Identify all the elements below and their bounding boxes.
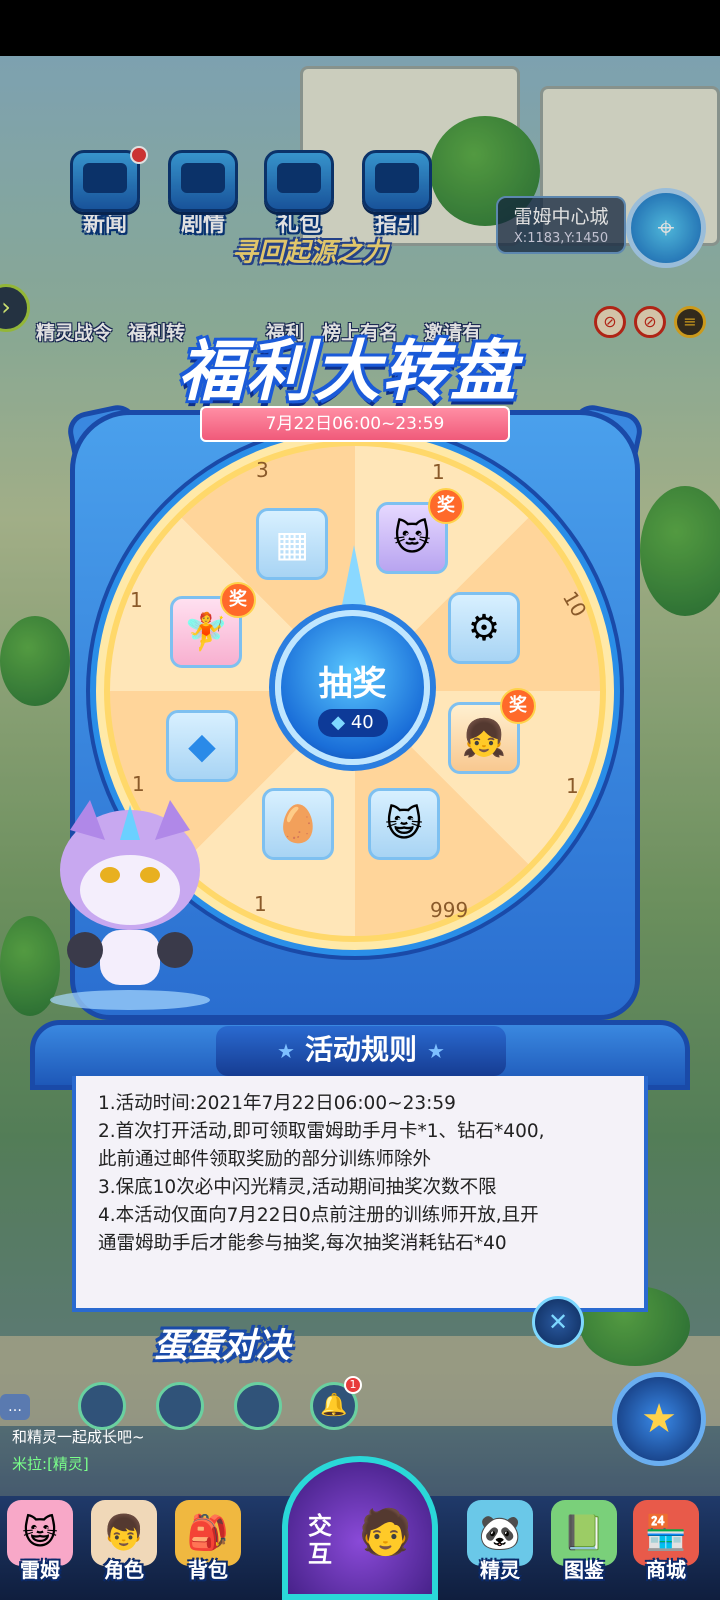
red-gear-item-icon: ⚙ bbox=[467, 607, 501, 649]
rare-badge: 奖 bbox=[220, 582, 256, 618]
chat-speaker: 米拉: bbox=[12, 1455, 48, 1473]
slot-count: 1 bbox=[130, 588, 143, 612]
date-range-ribbon: 7月22日06:00~23:59 bbox=[200, 406, 510, 442]
prize-slot-8: ▦ bbox=[256, 508, 328, 580]
rule-line: 此前通过邮件领取奖励的部分训练师除外 bbox=[98, 1149, 432, 1170]
purple-tiger-mascot bbox=[30, 800, 230, 1010]
rare-badge: 奖 bbox=[428, 488, 464, 524]
star-icon: ★ bbox=[427, 1039, 445, 1063]
interact-label: 交互 bbox=[308, 1512, 332, 1568]
chat-speaker-line: 米拉:[精灵] bbox=[12, 1453, 300, 1474]
draw-button-label: 抽奖 bbox=[318, 664, 387, 704]
trainer-figure-icon: 🧑 bbox=[358, 1507, 413, 1558]
diamond-icon: ◆ bbox=[331, 712, 346, 733]
purple-cat-sprite-icon: 🐱 bbox=[393, 517, 431, 559]
slot-count: 1 bbox=[254, 892, 267, 916]
quick-action-button-1[interactable] bbox=[78, 1382, 126, 1430]
sugar-cubes-icon: ▦ bbox=[274, 523, 309, 565]
slot-count: 1 bbox=[566, 774, 579, 798]
egg-battle-banner[interactable]: 蛋蛋对决 bbox=[154, 1318, 290, 1367]
nav-label: 角色 bbox=[104, 1558, 144, 1582]
nav-label: 商城 bbox=[646, 1558, 686, 1582]
chat-area[interactable]: 和精灵一起成长吧~ 米拉:[精灵] bbox=[0, 1426, 300, 1496]
nav-character[interactable]: 👦 角色 bbox=[84, 1500, 164, 1583]
close-icon: ✕ bbox=[547, 1308, 569, 1336]
pink-sprite-icon: 🧚 bbox=[183, 612, 229, 653]
rare-badge: 奖 bbox=[500, 688, 536, 724]
close-button[interactable]: ✕ bbox=[532, 1296, 584, 1348]
draw-cost: ◆ 40 bbox=[317, 709, 388, 737]
nav-label: 背包 bbox=[188, 1558, 228, 1582]
blonde-sprite-icon: 👧 bbox=[461, 718, 507, 759]
star-icon: ★ bbox=[277, 1039, 295, 1063]
slot-count: 1 bbox=[432, 460, 445, 484]
rules-header: ★ 活动规则 ★ bbox=[216, 1026, 506, 1076]
sprite-egg-icon: 🥚 bbox=[275, 804, 321, 845]
wheel-pointer bbox=[340, 545, 368, 615]
yellow-cat-face-icon: 😺 bbox=[385, 803, 423, 845]
rules-title: 活动规则 bbox=[304, 1033, 417, 1066]
prize-slot-4: 😺 bbox=[368, 788, 440, 860]
nav-backpack[interactable]: 🎒 背包 bbox=[168, 1500, 248, 1583]
nav-label: 图鉴 bbox=[564, 1558, 604, 1582]
chat-tag: [精灵] bbox=[47, 1455, 89, 1473]
prize-slot-6: ◆ bbox=[166, 710, 238, 782]
star-wand-icon: ★ bbox=[641, 1396, 677, 1442]
nav-spirit[interactable]: 🐼 精灵 bbox=[460, 1500, 540, 1583]
blue-crystal-icon: ◆ bbox=[188, 725, 216, 767]
rule-line: 4.本活动仅面向7月22日0点前注册的训练师开放,且开 bbox=[98, 1205, 539, 1226]
nav-pokedex[interactable]: 📗 图鉴 bbox=[544, 1500, 624, 1583]
status-bar bbox=[0, 0, 720, 56]
quick-action-button-3[interactable] bbox=[234, 1382, 282, 1430]
star-wand-button[interactable]: ★ bbox=[612, 1372, 706, 1466]
interact-button[interactable]: 交互 🧑 bbox=[282, 1456, 438, 1600]
rule-line: 通雷姆助手后才能参与抽奖,每次抽奖消耗钻石*40 bbox=[98, 1233, 507, 1254]
rule-line: 1.活动时间:2021年7月22日06:00~23:59 bbox=[98, 1093, 456, 1114]
slot-count: 3 bbox=[256, 458, 269, 482]
draw-button[interactable]: 抽奖 ◆ 40 bbox=[275, 610, 430, 765]
prize-slot-2: ⚙ bbox=[448, 592, 520, 664]
nav-label: 精灵 bbox=[480, 1558, 520, 1582]
rules-box: 1.活动时间:2021年7月22日06:00~23:59 2.首次打开活动,即可… bbox=[72, 1076, 648, 1312]
nav-leim[interactable]: 😺 雷姆 bbox=[0, 1500, 80, 1583]
nav-label: 雷姆 bbox=[20, 1558, 60, 1582]
nav-shop[interactable]: 🏪 商城 bbox=[626, 1500, 706, 1583]
rule-line: 2.首次打开活动,即可领取雷姆助手月卡*1、钻石*400, bbox=[98, 1121, 545, 1142]
slot-count: 1 bbox=[132, 772, 145, 796]
notification-badge: 1 bbox=[344, 1376, 362, 1394]
chat-line: 和精灵一起成长吧~ bbox=[12, 1428, 145, 1446]
chat-icon[interactable]: … bbox=[0, 1394, 30, 1420]
draw-cost-value: 40 bbox=[350, 712, 374, 733]
wheel-title: 福利大转盘 bbox=[178, 333, 518, 410]
prize-slot-5: 🥚 bbox=[262, 788, 334, 860]
rule-line: 3.保底10次必中闪光精灵,活动期间抽奖次数不限 bbox=[98, 1177, 497, 1198]
slot-count: 999 bbox=[430, 898, 469, 922]
quick-action-button-2[interactable] bbox=[156, 1382, 204, 1430]
